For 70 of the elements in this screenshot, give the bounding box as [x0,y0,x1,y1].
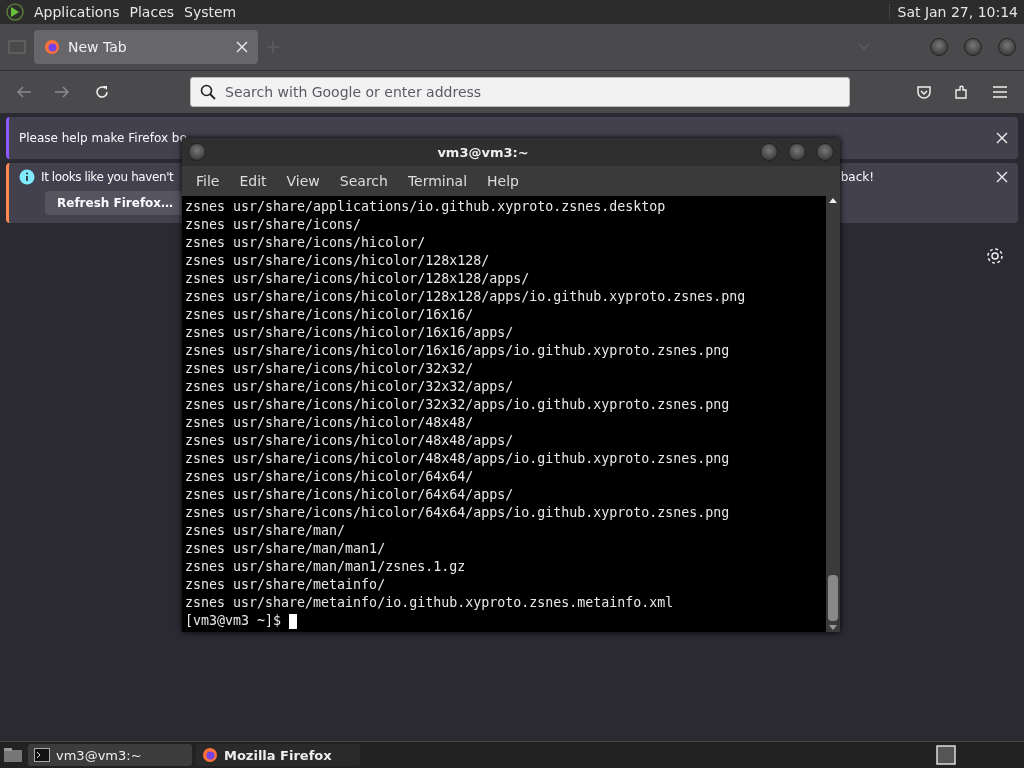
terminal-prompt: [vm3@vm3 ~]$ [185,613,282,628]
notification-text: back! [840,170,874,184]
text-cursor [289,613,298,629]
close-button[interactable] [816,143,834,161]
terminal-line: zsnes usr/share/icons/hicolor/16x16/apps/ [185,324,515,342]
terminal-line: zsnes usr/share/icons/hicolor/128x128/apps/ [185,270,531,288]
panel-menu[interactable]: Places [129,4,175,20]
scroll-up-icon[interactable] [829,198,837,203]
taskbar-item[interactable]: Mozilla Firefox [196,744,360,766]
terminal-line: zsnes usr/share/icons/hicolor/ [185,234,427,252]
forward-icon[interactable] [54,85,70,99]
terminal-menu[interactable]: View [276,173,330,189]
terminal-line: zsnes usr/share/icons/hicolor/32x32/apps/ [185,378,515,396]
settings-icon[interactable] [986,247,1004,265]
terminal-line: zsnes usr/share/icons/hicolor/128x128/apps/io.github.xyproto.zsnes.png [185,288,747,306]
window-title: vm3@vm3:~ [436,144,530,160]
terminal-line: zsnes usr/share/metainfo/ [185,576,387,594]
terminal-menu[interactable]: Help [477,173,529,189]
close-button[interactable] [998,38,1016,56]
terminal-line: zsnes usr/share/metainfo/io.github.xyproto.zsnes.metainfo.xml [185,594,675,612]
browser-tab[interactable]: New Tab [34,30,258,64]
terminal-line: zsnes usr/share/icons/hicolor/48x48/apps/io.github.xyproto.zsnes.png [185,450,731,468]
pocket-icon[interactable] [916,84,932,100]
reload-icon[interactable] [94,84,110,100]
close-tab-icon[interactable] [236,41,248,53]
terminal-line: zsnes usr/share/icons/hicolor/48x48/apps/ [185,432,515,450]
terminal-line: zsnes usr/share/icons/hicolor/32x32/apps/io.github.xyproto.zsnes.png [185,396,731,414]
terminal-icon [34,748,50,762]
search-icon [200,84,216,100]
terminal-menu[interactable]: Edit [229,173,277,189]
terminal-menu[interactable]: Terminal [397,173,478,189]
maximize-button[interactable] [964,38,982,56]
show-desktop-icon[interactable] [2,746,24,764]
terminal-menu[interactable]: Search [329,173,398,189]
workspace-icon[interactable] [936,745,956,765]
terminal-line: zsnes usr/share/icons/hicolor/128x128/ [185,252,491,270]
clock[interactable]: Sat Jan 27, 10:14 [888,4,1018,20]
taskbar-item[interactable]: vm3@vm3:~ [28,744,192,766]
terminal-line: zsnes usr/share/man/man1/ [185,540,387,558]
terminal-line: zsnes usr/share/man/man1/zsnes.1.gz [185,558,467,576]
close-icon[interactable] [996,171,1008,183]
close-icon[interactable] [996,132,1008,144]
panel-menu[interactable]: Applications [34,4,120,20]
back-icon[interactable] [16,85,32,99]
terminal-line: zsnes usr/share/icons/hicolor/16x16/ [185,306,475,324]
scroll-down-icon[interactable] [829,625,837,630]
terminal-line: zsnes usr/share/icons/hicolor/64x64/apps/io.github.xyproto.zsnes.png [185,504,731,522]
terminal-line: zsnes usr/share/icons/ [185,216,363,234]
terminal-line: zsnes usr/share/icons/hicolor/48x48/ [185,414,475,432]
panel-menu[interactable]: System [184,4,237,20]
menu-icon[interactable] [992,85,1008,99]
address-field[interactable]: Search with Google or enter address [190,77,850,107]
firefox-logo-icon [202,747,218,763]
puzzle-piece-icon[interactable] [954,84,970,100]
window-menu-button[interactable] [188,143,206,161]
firefox-logo-icon [44,39,60,55]
terminal-line: zsnes usr/share/icons/hicolor/32x32/ [185,360,475,378]
terminal-line: zsnes usr/share/man/ [185,522,347,540]
terminal-menu[interactable]: File [186,173,230,189]
terminal-line: zsnes usr/share/icons/hicolor/16x16/apps/io.github.xyproto.zsnes.png [185,342,731,360]
distro-logo-icon[interactable] [6,3,24,21]
notification-text: It looks like you haven't [41,170,174,184]
maximize-button[interactable] [788,143,806,161]
terminal-line: zsnes usr/share/applications/io.github.xyproto.zsnes.desktop [185,198,667,216]
terminal-line: zsnes usr/share/icons/hicolor/64x64/ [185,468,475,486]
terminal-line: zsnes usr/share/icons/hicolor/64x64/apps/ [185,486,515,504]
scrollbar-thumb[interactable] [828,575,838,621]
minimize-button[interactable] [760,143,778,161]
minimize-button[interactable] [930,38,948,56]
info-icon [19,169,35,185]
